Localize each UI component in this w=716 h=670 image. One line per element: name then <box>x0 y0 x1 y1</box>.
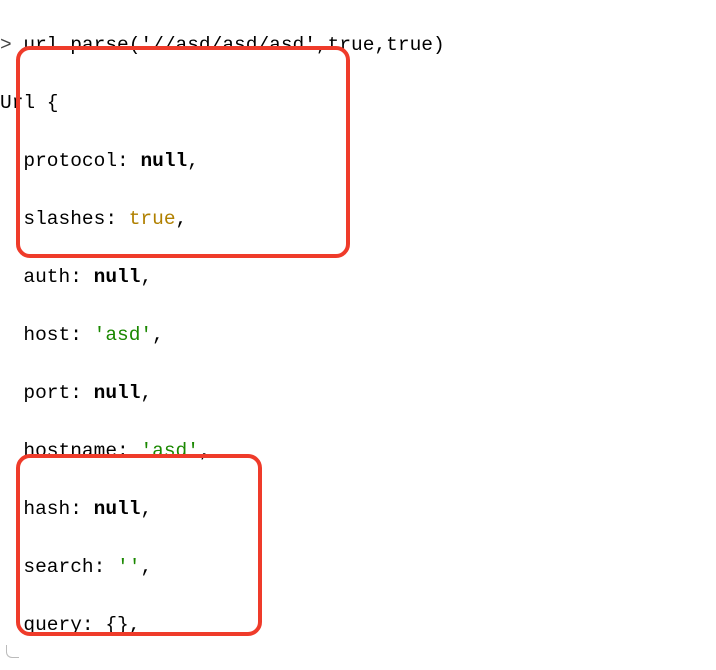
window-corner-icon <box>6 645 19 658</box>
repl-input-1: url.parse('//asd/asd/asd',true,true) <box>23 34 444 56</box>
prop-query-1: query: {}, <box>0 611 716 640</box>
prop-protocol-1: protocol: null, <box>0 147 716 176</box>
prop-slashes-1: slashes: true, <box>0 205 716 234</box>
terminal-output: > url.parse('//asd/asd/asd',true,true) U… <box>0 0 716 670</box>
object-header-1: Url { <box>0 89 716 118</box>
prop-port-1: port: null, <box>0 379 716 408</box>
highlight-box-2 <box>16 454 262 636</box>
prompt-caret-icon: > <box>0 34 23 56</box>
prop-auth-1: auth: null, <box>0 263 716 292</box>
prop-host-1: host: 'asd', <box>0 321 716 350</box>
repl-input-line-1[interactable]: > url.parse('//asd/asd/asd',true,true) <box>0 31 716 60</box>
prop-hostname-1: hostname: 'asd', <box>0 437 716 466</box>
prop-search-1: search: '', <box>0 553 716 582</box>
prop-hash-1: hash: null, <box>0 495 716 524</box>
